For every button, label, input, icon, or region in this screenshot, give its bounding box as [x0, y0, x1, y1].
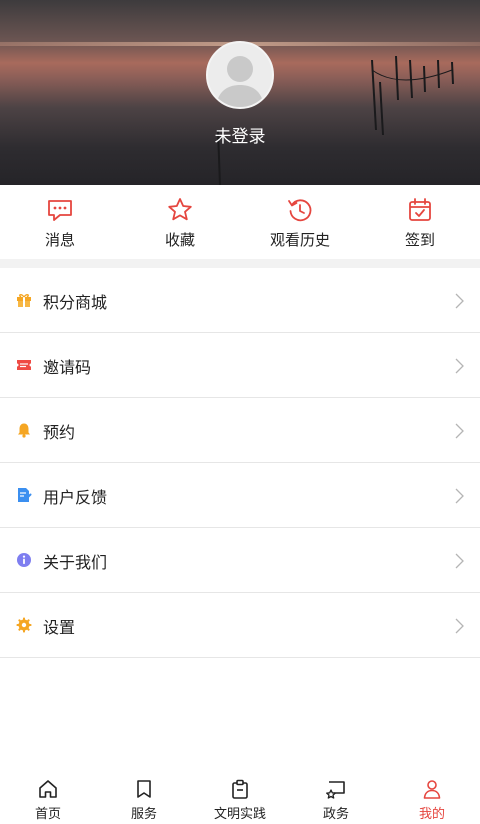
quick-actions: 消息 收藏 观看历史 签到	[0, 185, 480, 259]
quick-action-checkin[interactable]: 签到	[360, 185, 480, 259]
tab-label: 政务	[322, 807, 349, 822]
chevron-right-icon	[455, 488, 464, 504]
menu-item-label: 关于我们	[43, 553, 108, 572]
tab-services[interactable]: 服务	[96, 770, 192, 824]
avatar[interactable]	[206, 41, 274, 109]
chevron-right-icon	[455, 358, 464, 374]
tab-label: 首页	[34, 807, 61, 822]
menu-item-label: 预约	[43, 423, 76, 442]
menu-item-user-feedback[interactable]: 用户反馈	[0, 463, 480, 528]
tab-label: 我的	[418, 807, 445, 822]
bookmark-icon	[137, 780, 151, 798]
ticket-icon	[17, 360, 31, 370]
profile-header: 未登录	[0, 0, 480, 185]
tab-label: 服务	[130, 807, 157, 822]
default-avatar-icon	[216, 56, 264, 107]
history-icon	[288, 199, 312, 222]
settings-menu: 积分商城 邀请码 预约 用户反馈 关于我们 设置	[0, 268, 480, 658]
menu-item-points-mall[interactable]: 积分商城	[0, 268, 480, 333]
quick-action-label: 收藏	[164, 231, 195, 249]
tab-government-affairs[interactable]: 政务	[288, 770, 384, 824]
tab-civilization-practice[interactable]: 文明实践	[192, 770, 288, 824]
bottom-tab-bar: 首页 服务 文明实践 政务 我的	[0, 770, 480, 824]
clipboard-icon	[232, 779, 248, 799]
login-status[interactable]: 未登录	[0, 122, 480, 147]
chevron-right-icon	[455, 618, 464, 634]
chevron-right-icon	[455, 423, 464, 439]
menu-item-invite-code[interactable]: 邀请码	[0, 333, 480, 398]
star-icon	[168, 198, 192, 221]
menu-item-label: 设置	[43, 618, 76, 637]
menu-item-label: 用户反馈	[43, 488, 108, 507]
quick-action-label: 观看历史	[269, 231, 330, 249]
feedback-icon	[18, 488, 32, 502]
section-divider	[0, 259, 480, 268]
quick-action-label: 签到	[404, 231, 435, 249]
bell-icon	[18, 423, 30, 438]
quick-action-history[interactable]: 观看历史	[240, 185, 360, 259]
quick-action-messages[interactable]: 消息	[0, 185, 120, 259]
info-icon	[17, 553, 31, 567]
menu-item-reservation[interactable]: 预约	[0, 398, 480, 463]
quick-action-label: 消息	[44, 231, 75, 249]
person-icon	[423, 780, 441, 799]
chevron-right-icon	[455, 293, 464, 309]
message-icon	[48, 200, 72, 221]
menu-item-about-us[interactable]: 关于我们	[0, 528, 480, 593]
calendar-check-icon	[409, 198, 431, 221]
tab-mine[interactable]: 我的	[384, 770, 480, 824]
menu-item-label: 积分商城	[43, 293, 108, 312]
gear-icon	[16, 617, 32, 633]
menu-item-settings[interactable]: 设置	[0, 593, 480, 658]
quick-action-favorites[interactable]: 收藏	[120, 185, 240, 259]
gift-icon	[17, 294, 31, 307]
government-icon	[326, 781, 345, 799]
tab-home[interactable]: 首页	[0, 770, 96, 824]
chevron-right-icon	[455, 553, 464, 569]
home-icon	[39, 780, 57, 798]
tab-label: 文明实践	[213, 807, 266, 822]
menu-item-label: 邀请码	[43, 358, 92, 377]
